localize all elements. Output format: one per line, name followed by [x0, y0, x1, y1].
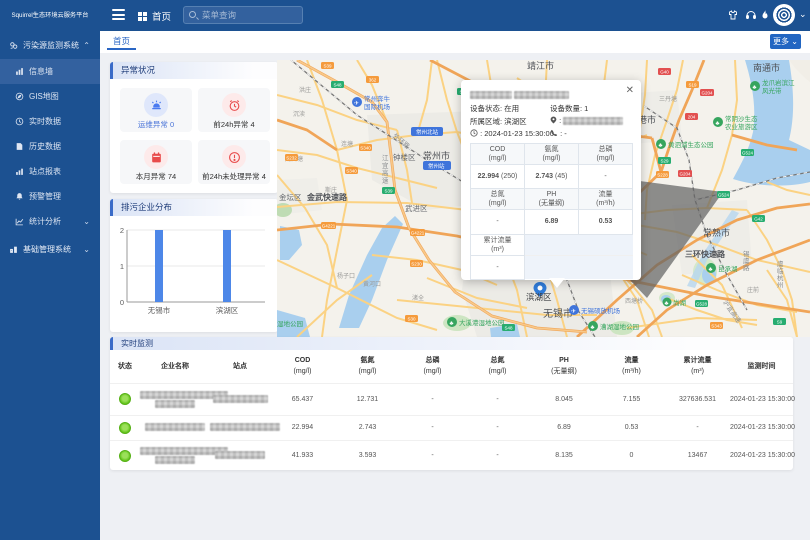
svg-text:无锡硕放机场: 无锡硕放机场: [581, 306, 621, 315]
svg-text:S228: S228: [657, 173, 668, 178]
svg-text:漕湖湿地公园: 漕湖湿地公园: [600, 322, 639, 331]
svg-text:S230: S230: [411, 262, 422, 267]
svg-text:♣: ♣: [659, 143, 663, 149]
svg-text:钟楼区: 钟楼区: [393, 152, 416, 162]
svg-text:常州奔牛: 常州奔牛: [364, 94, 391, 103]
svg-text:0: 0: [120, 298, 124, 307]
svg-text:滨湖区: 滨湖区: [526, 292, 552, 302]
svg-text:沉渎: 沉渎: [293, 110, 305, 118]
svg-text:常州市: 常州市: [423, 150, 450, 161]
svg-text:S340: S340: [346, 169, 357, 174]
svg-text:S39: S39: [384, 189, 393, 194]
svg-text:常阴沙生态: 常阴沙生态: [725, 114, 758, 123]
svg-text:湿地公园: 湿地公园: [277, 319, 303, 328]
svg-text:靖江市: 靖江市: [527, 60, 554, 71]
svg-text:♣: ♣: [709, 267, 713, 273]
svg-text:连塘: 连塘: [341, 140, 353, 148]
svg-text:西塘桥: 西塘桥: [625, 297, 643, 305]
svg-text:庄前: 庄前: [747, 286, 759, 294]
svg-text:204: 204: [688, 115, 696, 120]
svg-text:南通市: 南通市: [753, 62, 780, 73]
svg-text:滨湖区: 滨湖区: [216, 305, 239, 315]
svg-text:G40: G40: [660, 70, 669, 75]
svg-text:S19: S19: [688, 83, 697, 88]
svg-text:黄泗浦生态公园: 黄泗浦生态公园: [668, 140, 714, 149]
svg-text:S9: S9: [777, 320, 783, 325]
svg-text:无锡市: 无锡市: [148, 305, 171, 315]
svg-text:S48: S48: [333, 83, 342, 88]
svg-text:♣: ♣: [665, 301, 669, 307]
svg-text:虞临杭州: 虞临杭州: [777, 259, 784, 289]
svg-text:昆承湖: 昆承湖: [718, 264, 738, 273]
svg-text:S29: S29: [660, 159, 669, 164]
svg-text:三丹塘: 三丹塘: [659, 95, 677, 103]
svg-text:杨子口: 杨子口: [337, 272, 355, 280]
svg-text:尚湖: 尚湖: [673, 298, 687, 307]
svg-text:♣: ♣: [716, 121, 720, 127]
svg-text:S39: S39: [323, 64, 332, 69]
svg-text:三环快速路: 三环快速路: [685, 249, 726, 259]
svg-text:♣: ♣: [753, 85, 757, 91]
svg-text:无锡市: 无锡市: [543, 307, 573, 320]
svg-text:S30: S30: [407, 317, 416, 322]
svg-text:龙爪岩滨江: 龙爪岩滨江: [762, 78, 795, 87]
svg-text:常州北站: 常州北站: [416, 128, 439, 136]
svg-text:G524: G524: [718, 193, 730, 198]
svg-text:武进区: 武进区: [405, 203, 428, 213]
svg-text:大溪港湿地公园: 大溪港湿地公园: [459, 318, 505, 327]
svg-text:金武快速路: 金武快速路: [306, 192, 348, 202]
svg-text:风光带: 风光带: [762, 86, 782, 95]
svg-text:1: 1: [120, 262, 124, 271]
svg-text:2: 2: [120, 226, 124, 235]
svg-text:G204: G204: [679, 172, 691, 177]
svg-text:G4221: G4221: [411, 231, 425, 236]
svg-text:黄河口: 黄河口: [363, 280, 381, 288]
svg-text:♣: ♣: [591, 325, 595, 331]
svg-text:S232: S232: [286, 156, 297, 161]
svg-text:♣: ♣: [450, 321, 454, 327]
svg-text:常州站: 常州站: [428, 162, 445, 170]
svg-text:362: 362: [369, 78, 377, 83]
svg-text:G204: G204: [701, 91, 713, 96]
svg-text:常熟市: 常熟市: [703, 227, 730, 238]
svg-text:✈: ✈: [354, 100, 359, 107]
svg-text:G524: G524: [742, 151, 754, 156]
svg-text:G4221: G4221: [322, 224, 336, 229]
svg-text:金坛区: 金坛区: [279, 192, 302, 202]
svg-text:江宜高速: 江宜高速: [382, 154, 389, 185]
svg-text:S340: S340: [360, 146, 371, 151]
svg-text:国际机场: 国际机场: [364, 102, 391, 111]
svg-text:G42: G42: [754, 217, 763, 222]
svg-text:G528: G528: [696, 302, 708, 307]
svg-text:S48: S48: [504, 326, 513, 331]
svg-text:锡虞路: 锡虞路: [743, 249, 750, 272]
svg-text:洪庄: 洪庄: [299, 86, 311, 94]
svg-text:S343: S343: [711, 324, 722, 329]
svg-text:农业旅游区: 农业旅游区: [725, 122, 758, 131]
svg-text:✈: ✈: [571, 308, 576, 315]
svg-text:渚全: 渚全: [412, 294, 424, 302]
